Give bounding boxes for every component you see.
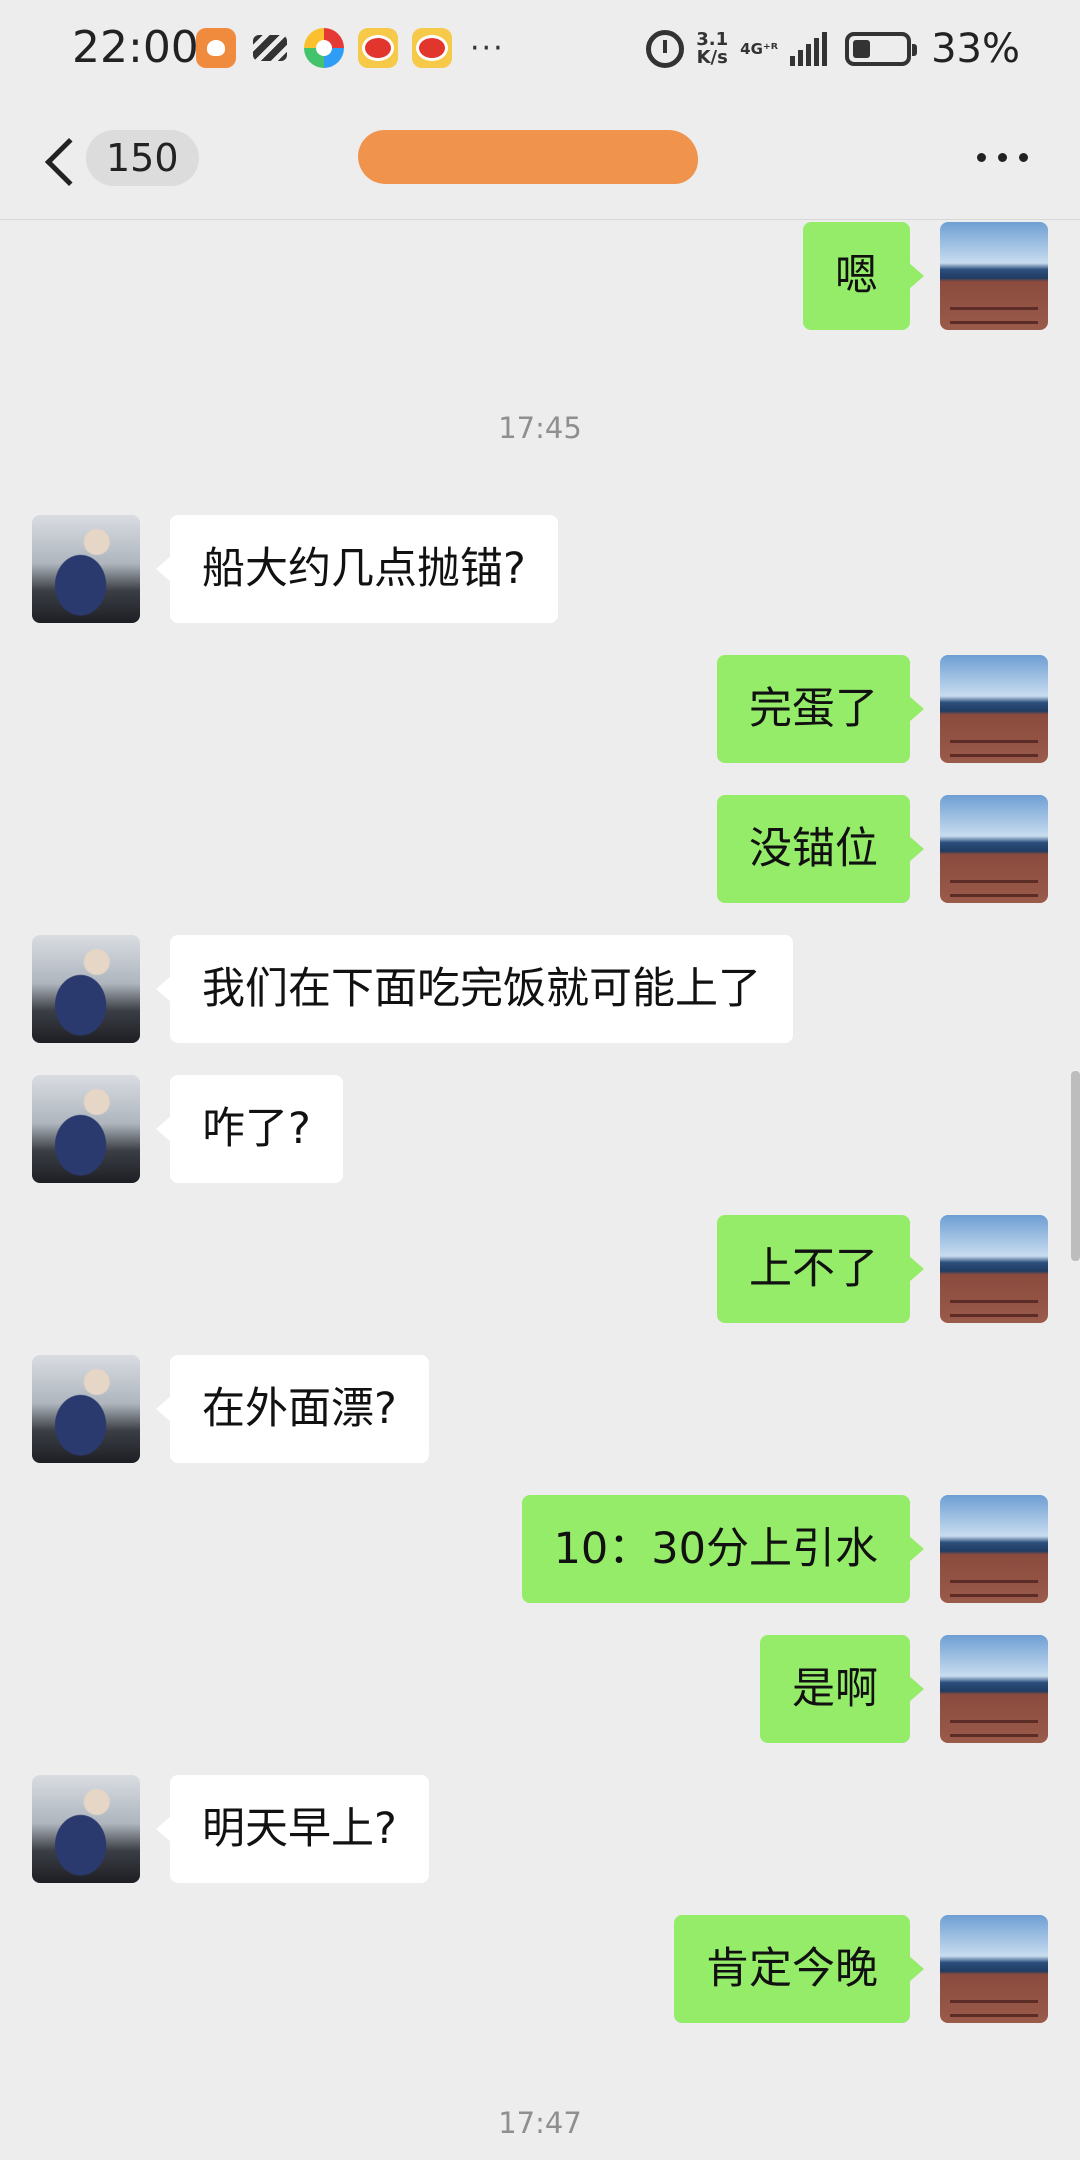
stripes-icon <box>250 28 290 68</box>
message-row: 是啊 <box>0 1635 1080 1743</box>
message-row: 没锚位 <box>0 795 1080 903</box>
message-row: 在外面漂? <box>0 1355 1080 1463</box>
my-avatar[interactable] <box>940 1915 1048 2023</box>
pinwheel-icon <box>304 28 344 68</box>
weibo-icon <box>358 28 398 68</box>
weibo-icon <box>412 28 452 68</box>
contact-avatar[interactable] <box>32 935 140 1043</box>
contact-avatar[interactable] <box>32 1075 140 1183</box>
message-row: 10：30分上引水 <box>0 1495 1080 1603</box>
message-row: 明天早上? <box>0 1775 1080 1883</box>
signal-icon <box>790 32 828 66</box>
message-row: 完蛋了 <box>0 655 1080 763</box>
contact-avatar[interactable] <box>32 515 140 623</box>
my-avatar[interactable] <box>940 655 1048 763</box>
network-speed: 3.1 K/s <box>696 31 728 67</box>
status-bar: 22:00 ··· 3.1 K/s 4G⁺ᴿ 33% <box>0 0 1080 105</box>
more-options-icon[interactable] <box>977 153 1028 162</box>
received-message[interactable]: 船大约几点抛锚? <box>156 515 558 623</box>
notification-icons: ··· <box>196 28 505 68</box>
message-row: 肯定今晚 <box>0 1915 1080 2023</box>
sent-message[interactable]: 肯定今晚 <box>674 1915 924 2023</box>
status-time: 22:00 <box>72 22 199 73</box>
sent-message[interactable]: 没锚位 <box>717 795 924 903</box>
sent-message[interactable]: 是啊 <box>760 1635 924 1743</box>
received-message[interactable]: 在外面漂? <box>156 1355 429 1463</box>
more-notifications-icon: ··· <box>470 30 505 66</box>
alarm-icon <box>646 30 685 68</box>
time-divider: 17:47 <box>498 2106 582 2140</box>
message-row: 上不了 <box>0 1215 1080 1323</box>
received-message[interactable]: 咋了? <box>156 1075 343 1183</box>
time-divider: 17:45 <box>498 411 582 445</box>
contact-avatar[interactable] <box>32 1355 140 1463</box>
contact-avatar[interactable] <box>32 1775 140 1883</box>
my-avatar[interactable] <box>940 222 1048 330</box>
network-speed-unit: K/s <box>696 47 728 68</box>
my-avatar[interactable] <box>940 795 1048 903</box>
contact-name-redacted <box>358 130 698 184</box>
message-row: 船大约几点抛锚? <box>0 515 1080 623</box>
heart-badge-icon <box>196 28 236 68</box>
my-avatar[interactable] <box>940 1215 1048 1323</box>
sent-message[interactable]: 完蛋了 <box>717 655 924 763</box>
received-message[interactable]: 明天早上? <box>156 1775 429 1883</box>
sent-message[interactable]: 嗯 <box>803 222 924 330</box>
sent-message[interactable]: 10：30分上引水 <box>521 1495 925 1603</box>
received-message[interactable]: 我们在下面吃完饭就可能上了 <box>156 935 793 1043</box>
message-row: 咋了? <box>0 1075 1080 1183</box>
sent-message[interactable]: 上不了 <box>717 1215 924 1323</box>
network-type: 4G⁺ᴿ <box>740 39 779 58</box>
message-row: 我们在下面吃完饭就可能上了 <box>0 935 1080 1043</box>
message-list[interactable]: 嗯 17:45 船大约几点抛锚? 完蛋了 没锚位 我们在下面吃完饭就可能上了 咋… <box>0 221 1080 2160</box>
scrollbar[interactable] <box>1071 1071 1080 1261</box>
my-avatar[interactable] <box>940 1495 1048 1603</box>
chat-header: 150 <box>0 105 1080 220</box>
my-avatar[interactable] <box>940 1635 1048 1743</box>
message-row: 嗯 <box>0 222 1080 330</box>
unread-count-badge[interactable]: 150 <box>86 130 199 186</box>
battery-icon <box>845 32 918 66</box>
status-indicators: 3.1 K/s 4G⁺ᴿ 33% <box>646 26 1020 72</box>
battery-percent: 33% <box>931 26 1020 72</box>
